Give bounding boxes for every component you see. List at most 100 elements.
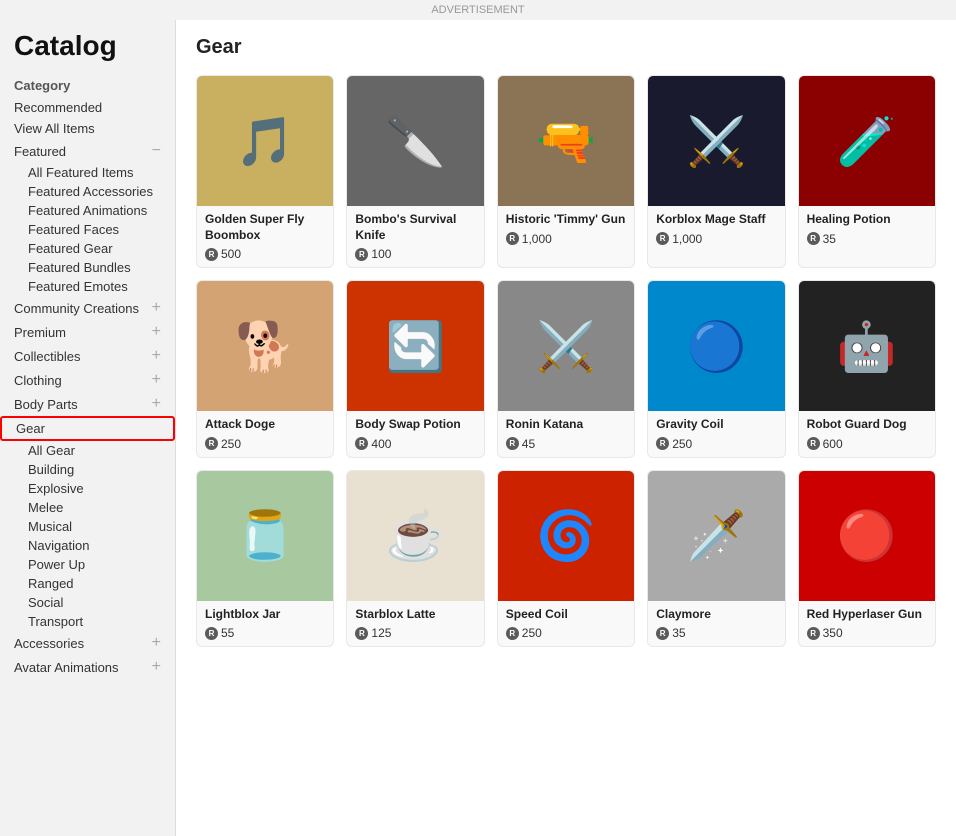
sidebar-label-premium: Premium: [14, 325, 66, 340]
item-name: Korblox Mage Staff: [656, 212, 776, 228]
robux-icon: R: [355, 627, 368, 640]
item-image: 🤖: [799, 281, 935, 411]
robux-icon: R: [656, 627, 669, 640]
sidebar-sub-building[interactable]: Building: [0, 460, 175, 479]
sidebar-item-community[interactable]: Community Creations +: [0, 296, 175, 320]
page-title: Catalog: [0, 30, 175, 74]
featured-collapse-icon: −: [152, 142, 161, 160]
item-name: Gravity Coil: [656, 417, 776, 433]
item-price: R 100: [355, 247, 475, 261]
sidebar-sub-transport[interactable]: Transport: [0, 612, 175, 631]
sidebar-item-premium[interactable]: Premium +: [0, 320, 175, 344]
item-card[interactable]: 🔫 Historic 'Timmy' Gun R 1,000: [497, 75, 635, 268]
sidebar-item-accessories[interactable]: Accessories +: [0, 631, 175, 655]
item-price-value: 35: [672, 626, 685, 640]
item-price-value: 250: [522, 626, 542, 640]
sidebar-sub-power-up[interactable]: Power Up: [0, 555, 175, 574]
item-price: R 250: [506, 626, 626, 640]
item-image: 🔪: [347, 76, 483, 206]
robux-icon: R: [807, 437, 820, 450]
item-name: Historic 'Timmy' Gun: [506, 212, 626, 228]
sidebar-sub-featured-gear[interactable]: Featured Gear: [0, 239, 175, 258]
item-price: R 55: [205, 626, 325, 640]
ad-label: ADVERTISEMENT: [431, 4, 524, 16]
sidebar-sub-explosive[interactable]: Explosive: [0, 479, 175, 498]
sidebar-sub-ranged[interactable]: Ranged: [0, 574, 175, 593]
item-name: Golden Super Fly Boombox: [205, 212, 325, 243]
accessories-expand-icon: +: [152, 634, 161, 652]
item-card[interactable]: 🫙 Lightblox Jar R 55: [196, 470, 334, 648]
item-card[interactable]: 🗡️ Claymore R 35: [647, 470, 785, 648]
item-card[interactable]: 🌀 Speed Coil R 250: [497, 470, 635, 648]
item-name: Ronin Katana: [506, 417, 626, 433]
item-info: Golden Super Fly Boombox R 500: [197, 206, 333, 267]
sidebar-item-featured[interactable]: Featured −: [0, 139, 175, 163]
item-image: 🔴: [799, 471, 935, 601]
sidebar-item-view-all[interactable]: View All Items: [0, 118, 175, 139]
item-image: 🎵: [197, 76, 333, 206]
item-price-value: 1,000: [522, 232, 552, 246]
item-card[interactable]: 🤖 Robot Guard Dog R 600: [798, 280, 936, 458]
item-price: R 400: [355, 437, 475, 451]
sidebar-sub-navigation[interactable]: Navigation: [0, 536, 175, 555]
sidebar-label-body-parts: Body Parts: [14, 397, 78, 412]
item-price-value: 250: [672, 437, 692, 451]
robux-icon: R: [205, 627, 218, 640]
sidebar-label-avatar-animations: Avatar Animations: [14, 660, 119, 675]
items-grid: 🎵 Golden Super Fly Boombox R 500 🔪 Bombo…: [196, 75, 936, 647]
main-content: Catalog Category Recommended View All It…: [0, 20, 956, 836]
robux-icon: R: [205, 248, 218, 261]
item-card[interactable]: 🔄 Body Swap Potion R 400: [346, 280, 484, 458]
item-price: R 1,000: [656, 232, 776, 246]
sidebar-label-gear: Gear: [16, 421, 45, 436]
item-price-value: 35: [823, 232, 836, 246]
sidebar-sub-all-gear[interactable]: All Gear: [0, 441, 175, 460]
item-image: 🧪: [799, 76, 935, 206]
item-name: Claymore: [656, 607, 776, 623]
item-card[interactable]: 🔴 Red Hyperlaser Gun R 350: [798, 470, 936, 648]
item-price-value: 400: [371, 437, 391, 451]
item-info: Starblox Latte R 125: [347, 601, 483, 647]
sidebar-label-accessories: Accessories: [14, 636, 84, 651]
item-card[interactable]: 🔵 Gravity Coil R 250: [647, 280, 785, 458]
sidebar-label-view-all: View All Items: [14, 121, 95, 136]
sidebar-item-gear[interactable]: Gear: [0, 416, 175, 441]
item-info: Claymore R 35: [648, 601, 784, 647]
item-info: Speed Coil R 250: [498, 601, 634, 647]
sidebar-sub-musical[interactable]: Musical: [0, 517, 175, 536]
item-card[interactable]: 🧪 Healing Potion R 35: [798, 75, 936, 268]
robux-icon: R: [355, 437, 368, 450]
item-image: 🫙: [197, 471, 333, 601]
robux-icon: R: [807, 627, 820, 640]
item-name: Red Hyperlaser Gun: [807, 607, 927, 623]
item-card[interactable]: ☕ Starblox Latte R 125: [346, 470, 484, 648]
item-image: 🐕: [197, 281, 333, 411]
sidebar-sub-featured-faces[interactable]: Featured Faces: [0, 220, 175, 239]
sidebar-item-recommended[interactable]: Recommended: [0, 97, 175, 118]
item-card[interactable]: 🎵 Golden Super Fly Boombox R 500: [196, 75, 334, 268]
sidebar-sub-featured-bundles[interactable]: Featured Bundles: [0, 258, 175, 277]
item-info: Ronin Katana R 45: [498, 411, 634, 457]
sidebar-sub-featured-emotes[interactable]: Featured Emotes: [0, 277, 175, 296]
item-card[interactable]: 🔪 Bombo's Survival Knife R 100: [346, 75, 484, 268]
item-price-value: 1,000: [672, 232, 702, 246]
sidebar-item-clothing[interactable]: Clothing +: [0, 368, 175, 392]
item-price: R 500: [205, 247, 325, 261]
item-card[interactable]: ⚔️ Ronin Katana R 45: [497, 280, 635, 458]
item-price: R 250: [205, 437, 325, 451]
item-price-value: 350: [823, 626, 843, 640]
sidebar-label-featured: Featured: [14, 144, 66, 159]
sidebar-item-avatar-animations[interactable]: Avatar Animations +: [0, 655, 175, 679]
item-info: Lightblox Jar R 55: [197, 601, 333, 647]
sidebar-sub-featured-accessories[interactable]: Featured Accessories: [0, 182, 175, 201]
sidebar-item-collectibles[interactable]: Collectibles +: [0, 344, 175, 368]
sidebar-sub-melee[interactable]: Melee: [0, 498, 175, 517]
item-price: R 45: [506, 437, 626, 451]
item-image: 🔵: [648, 281, 784, 411]
sidebar-sub-all-featured[interactable]: All Featured Items: [0, 163, 175, 182]
sidebar-sub-featured-animations[interactable]: Featured Animations: [0, 201, 175, 220]
sidebar-sub-social[interactable]: Social: [0, 593, 175, 612]
item-card[interactable]: ⚔️ Korblox Mage Staff R 1,000: [647, 75, 785, 268]
sidebar-item-body-parts[interactable]: Body Parts +: [0, 392, 175, 416]
item-card[interactable]: 🐕 Attack Doge R 250: [196, 280, 334, 458]
